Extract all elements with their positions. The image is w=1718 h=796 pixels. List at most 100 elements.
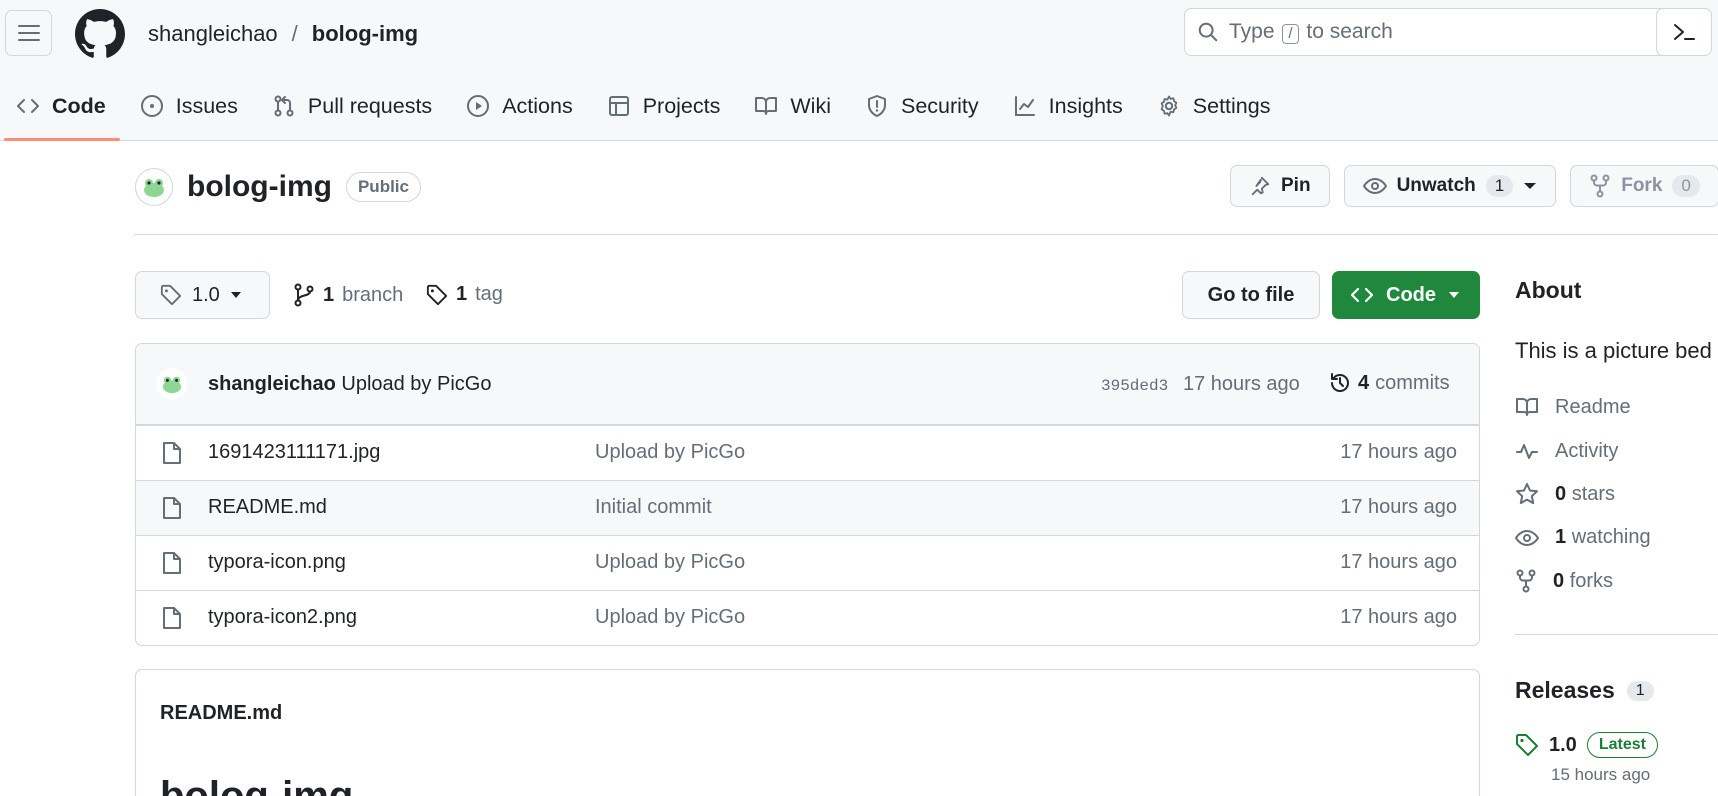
branch-label: branch bbox=[342, 283, 404, 306]
owner-avatar[interactable] bbox=[135, 168, 173, 206]
commits-link[interactable]: 4 commits bbox=[1328, 371, 1450, 395]
commit-sha[interactable]: 395ded3 bbox=[1101, 377, 1168, 395]
pin-icon bbox=[1251, 176, 1270, 196]
tags-link[interactable]: 1 tag bbox=[426, 283, 503, 306]
book-icon bbox=[755, 97, 778, 115]
terminal-icon bbox=[1674, 24, 1695, 40]
stars-link[interactable]: 0 stars bbox=[1515, 482, 1615, 506]
about-title: About bbox=[1515, 277, 1582, 303]
releases-heading[interactable]: Releases 1 bbox=[1515, 677, 1654, 704]
forks-link[interactable]: 0 forks bbox=[1515, 569, 1613, 593]
file-row[interactable]: README.md Initial commit 17 hours ago bbox=[136, 480, 1479, 535]
command-palette-button[interactable] bbox=[1656, 8, 1712, 56]
file-name[interactable]: README.md bbox=[208, 496, 327, 519]
file-name[interactable]: typora-icon.png bbox=[208, 551, 346, 574]
stars-label: stars bbox=[1571, 482, 1616, 505]
commit-author[interactable]: shangleichao bbox=[208, 373, 336, 395]
tag-icon bbox=[1516, 734, 1538, 756]
activity-link[interactable]: Activity bbox=[1515, 439, 1618, 463]
file-icon bbox=[163, 442, 181, 464]
sidebar-divider bbox=[1515, 634, 1718, 635]
branch-selector[interactable]: 1.0 bbox=[135, 271, 270, 319]
go-to-file-button[interactable]: Go to file bbox=[1182, 271, 1320, 319]
watch-button[interactable]: Unwatch 1 bbox=[1343, 165, 1557, 207]
activity-link-label: Activity bbox=[1555, 439, 1619, 462]
file-commit-message[interactable]: Initial commit bbox=[595, 496, 712, 519]
play-icon bbox=[467, 95, 490, 117]
repo-name[interactable]: bolog-img bbox=[187, 170, 332, 204]
file-row[interactable]: typora-icon.png Upload by PicGo 17 hours… bbox=[136, 535, 1479, 590]
visibility-badge: Public bbox=[345, 172, 421, 202]
eye-icon bbox=[1362, 177, 1387, 195]
fork-count: 0 bbox=[1672, 175, 1700, 197]
tab-settings[interactable]: Settings bbox=[1141, 84, 1289, 128]
branch-selector-label: 1.0 bbox=[192, 283, 220, 306]
commit-author-avatar[interactable] bbox=[156, 368, 188, 400]
star-icon bbox=[1516, 483, 1538, 505]
readme-link[interactable]: Readme bbox=[1515, 395, 1631, 419]
tab-insights[interactable]: Insights bbox=[997, 84, 1141, 128]
caret-down-icon bbox=[1449, 292, 1459, 298]
gear-icon bbox=[1160, 95, 1178, 117]
fork-button[interactable]: Fork 0 bbox=[1570, 165, 1718, 207]
release-version: 1.0 bbox=[1549, 733, 1577, 756]
menu-button[interactable] bbox=[5, 10, 52, 56]
branches-link[interactable]: 1 branch bbox=[293, 283, 403, 307]
tab-pull-requests[interactable]: Pull requests bbox=[256, 84, 450, 128]
github-mark-icon bbox=[75, 9, 125, 58]
search-icon bbox=[1198, 22, 1218, 42]
repo-link[interactable]: bolog-img bbox=[312, 21, 418, 47]
file-commit-time: 17 hours ago bbox=[1340, 441, 1457, 463]
breadcrumb-separator: / bbox=[291, 21, 298, 46]
hamburger-icon bbox=[17, 25, 40, 41]
file-commit-time: 17 hours ago bbox=[1340, 606, 1457, 628]
commit-time: 17 hours ago bbox=[1183, 373, 1300, 395]
shield-icon bbox=[867, 95, 886, 117]
file-list: shangleichao Upload by PicGo 395ded3 17 … bbox=[135, 343, 1480, 646]
tab-actions[interactable]: Actions bbox=[450, 84, 591, 128]
commit-message[interactable]: Upload by PicGo bbox=[341, 373, 491, 395]
tab-code[interactable]: Code bbox=[0, 84, 124, 141]
readme-heading: bolog-img bbox=[160, 774, 354, 796]
repo-forked-icon bbox=[1590, 174, 1610, 198]
fork-label: Fork bbox=[1621, 175, 1663, 196]
file-commit-message[interactable]: Upload by PicGo bbox=[595, 441, 745, 464]
code-dropdown-button[interactable]: Code bbox=[1332, 271, 1480, 319]
tab-label: Security bbox=[900, 93, 979, 118]
search-input[interactable]: Type / to search bbox=[1184, 8, 1668, 56]
readme-link-label: Readme bbox=[1555, 395, 1631, 418]
tab-wiki[interactable]: Wiki bbox=[738, 84, 849, 128]
commit-summary: shangleichao Upload by PicGo bbox=[208, 373, 491, 396]
readme-panel: README.md bolog-img bbox=[135, 669, 1480, 796]
file-name[interactable]: typora-icon2.png bbox=[208, 606, 357, 629]
latest-commit-row: shangleichao Upload by PicGo 395ded3 17 … bbox=[136, 344, 1479, 425]
file-row[interactable]: 1691423111171.jpg Upload by PicGo 17 hou… bbox=[136, 425, 1479, 480]
repo-forked-icon bbox=[1516, 569, 1536, 593]
pin-label: Pin bbox=[1281, 175, 1311, 196]
release-item[interactable]: 1.0 Latest bbox=[1515, 732, 1658, 758]
divider bbox=[135, 234, 1718, 235]
tab-label: Actions bbox=[502, 93, 573, 118]
watching-label: watching bbox=[1571, 526, 1651, 548]
pin-button[interactable]: Pin bbox=[1230, 165, 1330, 207]
owner-link[interactable]: shangleichao bbox=[148, 21, 278, 47]
tag-icon bbox=[426, 284, 448, 305]
git-branch-icon bbox=[294, 283, 314, 307]
breadcrumb: shangleichao / bolog-img bbox=[148, 21, 418, 47]
file-row[interactable]: typora-icon2.png Upload by PicGo 17 hour… bbox=[136, 590, 1479, 645]
file-commit-message[interactable]: Upload by PicGo bbox=[595, 606, 745, 629]
tab-security[interactable]: Security bbox=[849, 84, 997, 128]
readme-title[interactable]: README.md bbox=[160, 702, 282, 725]
file-commit-message[interactable]: Upload by PicGo bbox=[595, 551, 745, 574]
watching-count: 1 bbox=[1555, 526, 1567, 548]
file-icon bbox=[163, 497, 181, 519]
caret-down-icon bbox=[1524, 183, 1537, 189]
repo-title-bar: bolog-img Public bbox=[135, 168, 421, 206]
tab-projects[interactable]: Projects bbox=[591, 84, 739, 128]
github-logo[interactable] bbox=[75, 9, 125, 59]
file-name[interactable]: 1691423111171.jpg bbox=[208, 441, 380, 464]
watchers-link[interactable]: 1 watching bbox=[1515, 526, 1651, 549]
tag-count: 1 bbox=[456, 283, 468, 305]
caret-down-icon bbox=[230, 292, 241, 298]
tab-issues[interactable]: Issues bbox=[124, 84, 256, 128]
